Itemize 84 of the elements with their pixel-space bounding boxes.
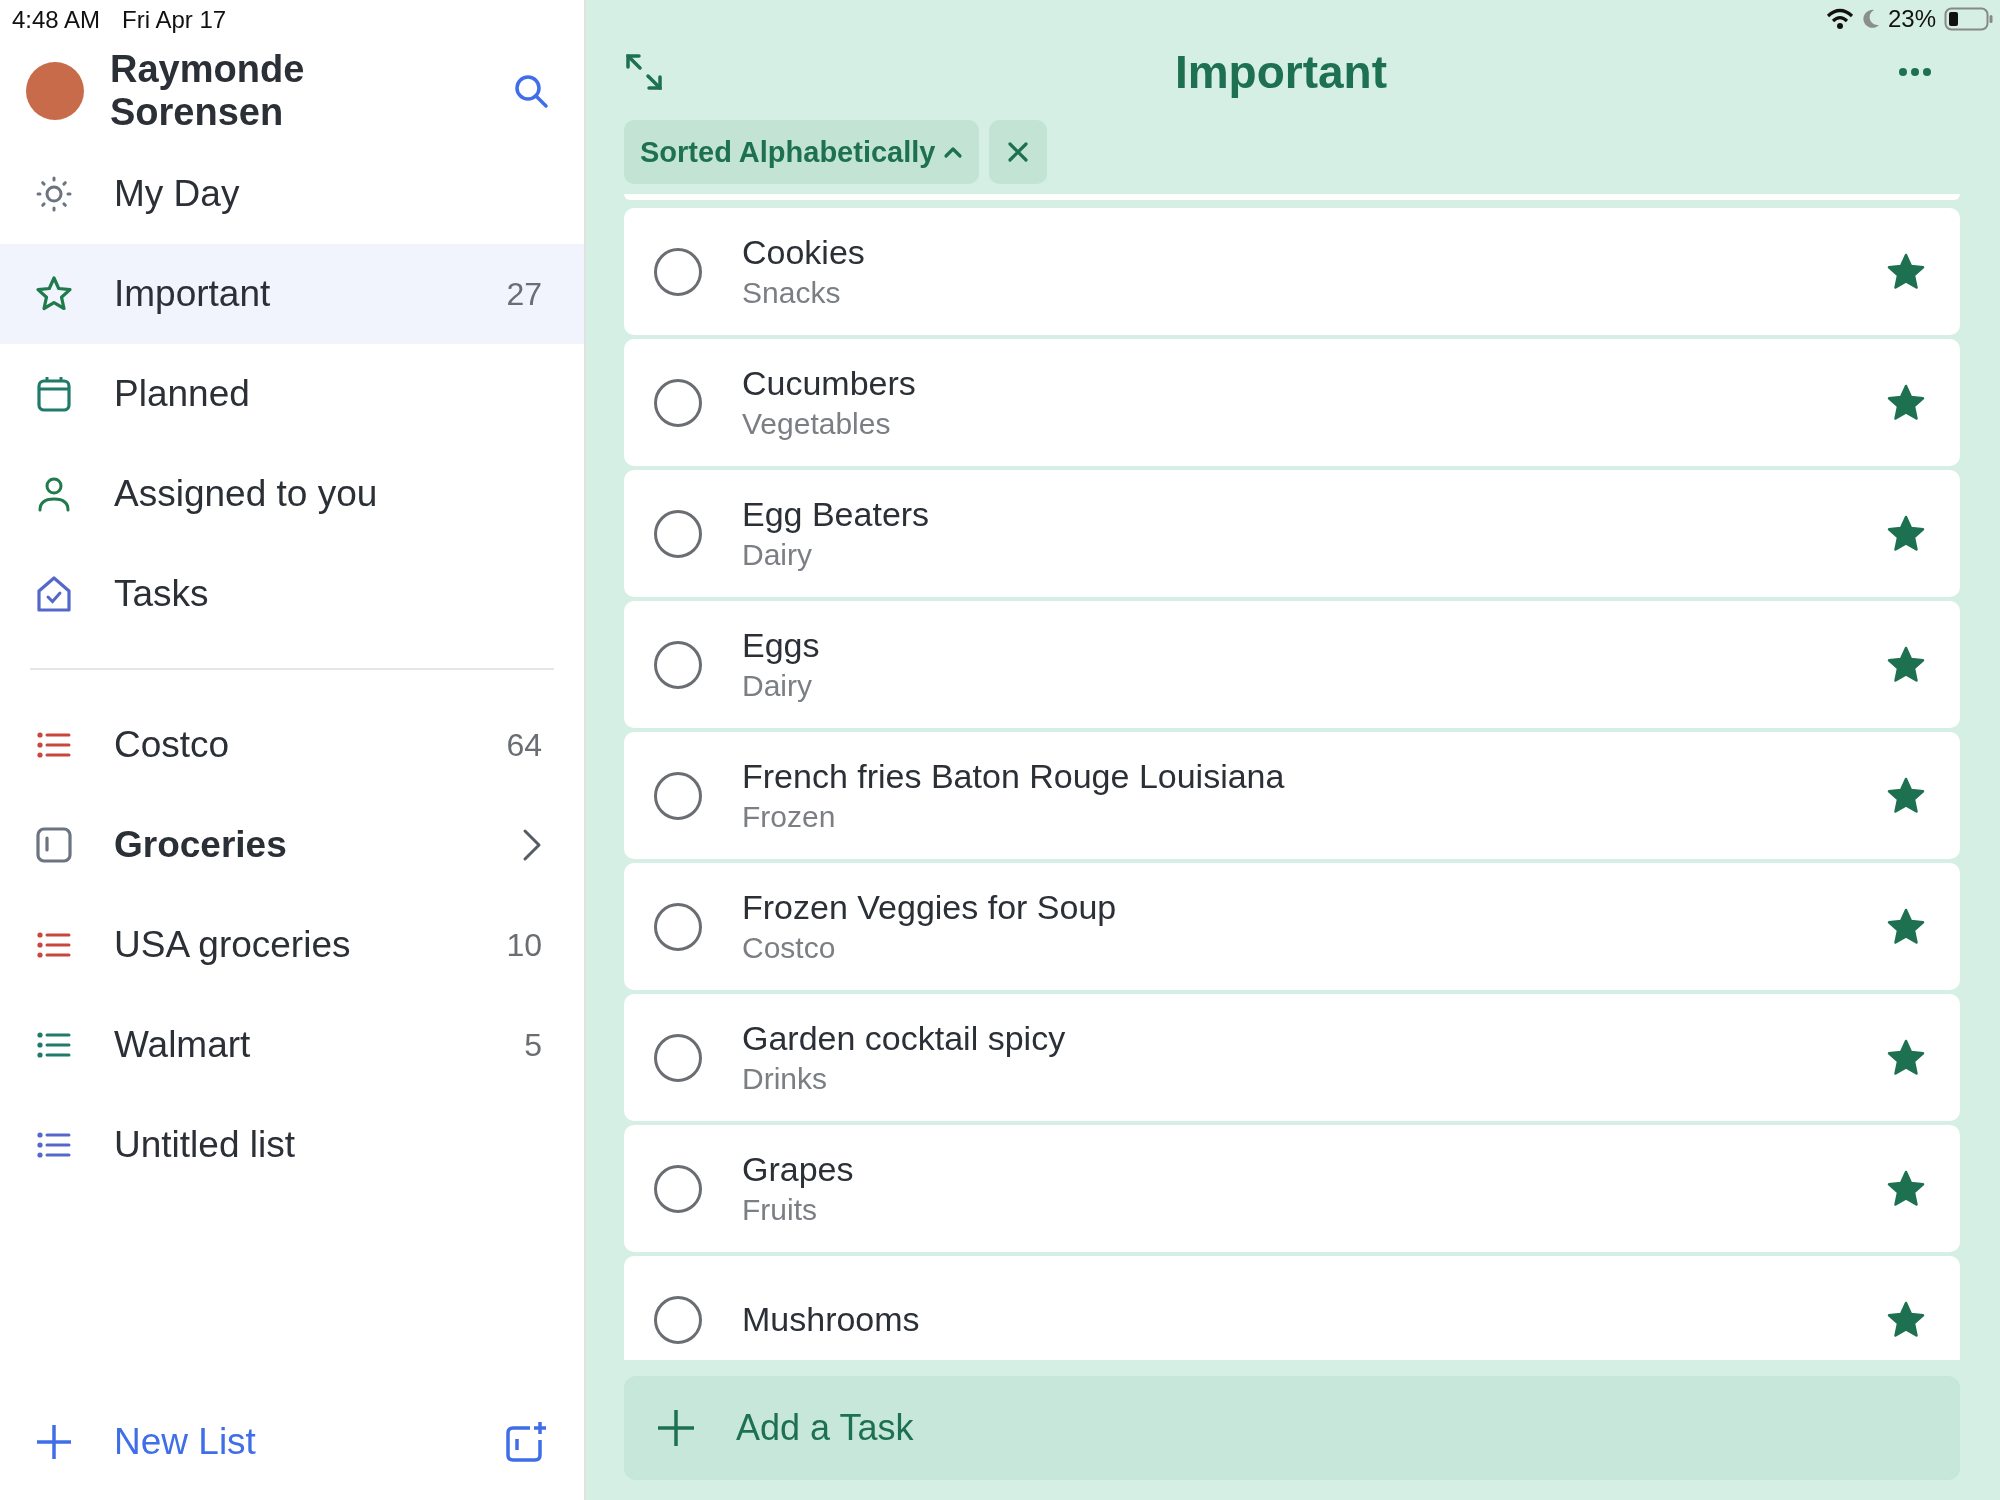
complete-checkbox[interactable] (654, 378, 702, 427)
plus-icon (656, 1408, 696, 1448)
task-title: Cookies (742, 233, 865, 272)
house-check-icon (34, 574, 74, 614)
search-icon[interactable] (512, 72, 550, 110)
task-title: Grapes (742, 1150, 854, 1189)
group-icon (34, 825, 74, 865)
task-card[interactable]: Eggs Dairy (624, 601, 1960, 728)
task-title: Cucumbers (742, 364, 916, 403)
sidebar-item[interactable]: Assigned to you (0, 444, 584, 544)
task-list-name: Drinks (742, 1062, 827, 1096)
task-card[interactable]: Egg Beaters Dairy (624, 470, 1960, 597)
task-title: Mushrooms (742, 1300, 920, 1339)
star-icon[interactable] (1886, 1037, 1926, 1078)
star-icon[interactable] (1886, 1299, 1926, 1340)
list-title: Important (1174, 45, 1388, 99)
task-list-name: Dairy (742, 538, 812, 572)
new-group-icon[interactable] (504, 1420, 548, 1464)
status-time: 4:48 AM (12, 6, 101, 35)
complete-checkbox[interactable] (654, 1164, 702, 1213)
task-list-name: Snacks (742, 276, 841, 310)
sidebar-item[interactable]: USA groceries 10 (0, 895, 584, 995)
user-name[interactable]: Raymonde Sorensen (110, 48, 486, 134)
sidebar-item[interactable]: Groceries (0, 795, 584, 895)
sun-icon (34, 174, 74, 214)
battery-icon (1944, 7, 1994, 31)
star-icon[interactable] (1886, 775, 1926, 816)
star-icon[interactable] (1886, 382, 1926, 423)
task-card[interactable]: French fries Baton Rouge Louisiana Frozen (624, 732, 1960, 859)
task-title: Egg Beaters (742, 495, 930, 534)
add-task-button[interactable]: Add a Task (624, 1376, 1960, 1480)
sidebar-item[interactable]: Untitled list (0, 1095, 584, 1195)
task-card[interactable]: Cookies Snacks (624, 208, 1960, 335)
complete-checkbox[interactable] (654, 1295, 702, 1344)
item-count: 10 (506, 926, 542, 964)
moon-icon (1861, 8, 1880, 30)
complete-checkbox[interactable] (654, 509, 702, 558)
task-title: Frozen Veggies for Soup (742, 888, 1117, 927)
avatar[interactable] (26, 62, 84, 120)
close-icon (1007, 141, 1030, 163)
task-card[interactable]: Mushrooms (624, 1256, 1960, 1360)
task-title: Garden cocktail spicy (742, 1019, 1066, 1058)
status-date: Fri Apr 17 (122, 6, 227, 35)
complete-checkbox[interactable] (654, 247, 702, 296)
clear-sort-button[interactable] (989, 120, 1048, 184)
sidebar-item[interactable]: Planned (0, 344, 584, 444)
complete-checkbox[interactable] (654, 771, 702, 820)
battery-percent: 23% (1887, 5, 1936, 33)
new-list-button[interactable]: New List (34, 1421, 256, 1463)
star-icon[interactable] (1886, 251, 1926, 292)
sidebar-item[interactable]: Tasks (0, 544, 584, 644)
wifi-icon (1825, 8, 1854, 30)
calendar-icon (34, 374, 74, 414)
plus-icon (34, 1422, 74, 1462)
sidebar-item[interactable]: Costco 64 (0, 695, 584, 795)
star-icon[interactable] (1886, 513, 1926, 554)
item-count: 27 (506, 275, 542, 313)
complete-checkbox[interactable] (654, 640, 702, 689)
task-card[interactable]: Garden cocktail spicy Drinks (624, 994, 1960, 1121)
star-icon[interactable] (1886, 644, 1926, 685)
caret-up-icon (943, 145, 964, 159)
item-count: 5 (524, 1026, 542, 1064)
task-card[interactable]: Frozen Veggies for Soup Costco (624, 863, 1960, 990)
task-list-name: Frozen (742, 800, 836, 834)
item-count: 64 (506, 726, 542, 764)
task-list-name: Dairy (742, 669, 812, 703)
chevron-right-icon (522, 828, 542, 862)
star-icon[interactable] (1886, 1168, 1926, 1209)
task-card[interactable]: Grapes Fruits (624, 1125, 1960, 1252)
task-title: Eggs (742, 626, 820, 665)
sidebar-item[interactable]: My Day (0, 144, 584, 244)
task-list-name: Costco (742, 931, 836, 965)
task-card[interactable]: Cucumbers Vegetables (624, 339, 1960, 466)
sidebar-item[interactable]: Important 27 (0, 244, 584, 344)
complete-checkbox[interactable] (654, 902, 702, 951)
complete-checkbox[interactable] (654, 1033, 702, 1082)
task-list-name: Fruits (742, 1193, 817, 1227)
more-icon[interactable] (1898, 67, 1932, 77)
star-icon[interactable] (1886, 906, 1926, 947)
expand-icon[interactable] (624, 52, 664, 92)
task-list-name: Vegetables (742, 407, 891, 441)
sort-chip[interactable]: Sorted Alphabetically (624, 120, 980, 184)
task-title: French fries Baton Rouge Louisiana (742, 757, 1285, 796)
sidebar-item[interactable]: Walmart 5 (0, 995, 584, 1095)
